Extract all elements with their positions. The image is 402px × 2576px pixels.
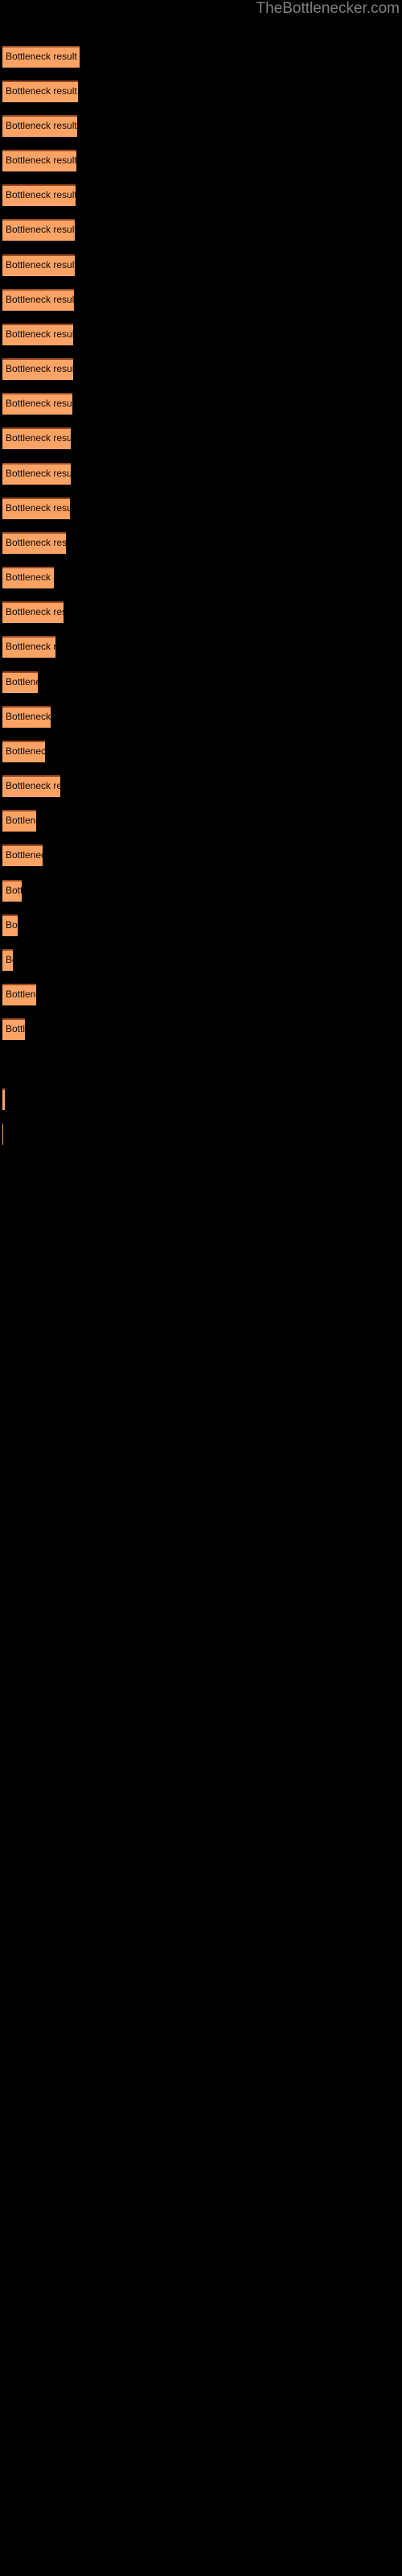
bar-label-clip: Bottleneck result <box>2 1088 5 1110</box>
bar-label: Bottleneck result <box>6 328 73 340</box>
bar-label: Bottleneck result <box>6 641 55 652</box>
bar-label: Bottleneck result <box>6 572 54 583</box>
bar-label: Bottleneck result <box>6 259 75 270</box>
bar-label-clip: Bottleneck result <box>2 219 75 241</box>
bar-label-clip: Bottleneck result <box>2 393 72 415</box>
bar-label-clip: Bottleneck result <box>2 949 13 971</box>
bar-label-clip: Bottleneck result <box>2 289 74 311</box>
bar-series: Bottleneck result Bottleneck result Bottle… <box>0 0 402 2576</box>
bar-label-clip: Bottleneck result <box>2 254 75 276</box>
bar-label-clip: Bottleneck result <box>2 358 73 380</box>
bar-label-clip: Bottleneck result <box>2 706 51 728</box>
bar-label-clip: Bottleneck result <box>2 844 43 866</box>
bar-label: Bottleneck result <box>6 294 74 305</box>
bar-label: Bottleneck result <box>6 606 64 617</box>
bar-label: Bottleneck result <box>6 155 76 166</box>
bar-label-clip: Bottleneck result <box>2 671 38 693</box>
bar-label: Bottleneck result <box>6 711 51 722</box>
bar-label: Bottleneck result <box>6 919 18 931</box>
bar-label: Bottleneck result <box>6 745 45 757</box>
bar-label: Bottleneck result <box>6 954 13 965</box>
bar-label-clip: Bottleneck result <box>2 532 66 554</box>
bar-label-clip: Bottleneck result <box>2 184 76 206</box>
bar-label: Bottleneck result <box>6 676 38 687</box>
bar-label-clip: Bottleneck result <box>2 567 54 588</box>
bar-label-clip: Bottleneck result <box>2 80 78 102</box>
bar-label: Bottleneck result <box>6 849 43 861</box>
bar-label: Bottleneck result <box>6 815 36 826</box>
bar-label: Bottleneck result <box>6 432 71 444</box>
bar-label: Bottleneck result <box>6 398 72 409</box>
bar-label-clip: Bottleneck result <box>2 601 64 623</box>
bar-label-clip: Bottleneck result <box>2 1123 3 1145</box>
bar-label-clip: Bottleneck result <box>2 427 71 449</box>
bar-label: Bottleneck result <box>6 363 73 374</box>
bar-label-clip: Bottleneck result <box>2 880 22 902</box>
bar-label-clip: Bottleneck result <box>2 463 71 485</box>
bar-label: Bottleneck result <box>6 1023 25 1034</box>
bar-label-clip: Bottleneck result <box>2 636 55 658</box>
bar-label: Bottleneck result <box>6 780 60 791</box>
bar-label-clip: Bottleneck result <box>2 1018 25 1040</box>
bar-label-clip: Bottleneck result <box>2 150 76 171</box>
bar-label: Bottleneck result <box>6 885 22 896</box>
bar-label-clip: Bottleneck result <box>2 741 45 762</box>
bar-label: Bottleneck result <box>6 85 77 97</box>
bar-label-clip: Bottleneck result <box>2 46 80 68</box>
bar-label-clip: Bottleneck result <box>2 775 60 797</box>
bar-label: Bottleneck result <box>6 537 66 548</box>
bar-label: Bottleneck result <box>6 189 76 200</box>
bar-label: Bottleneck result <box>6 468 71 479</box>
bar-label-clip: Bottleneck result <box>2 810 36 832</box>
bar-label-clip: Bottleneck result <box>2 324 73 345</box>
bar-label: Bottleneck result <box>6 989 36 1000</box>
bar-label: Bottleneck result <box>6 51 77 62</box>
bar-label-clip: Bottleneck result <box>2 497 70 519</box>
bar-label: Bottleneck result <box>6 224 75 235</box>
bar-label-clip: Bottleneck result <box>2 914 18 936</box>
bar-label-clip: Bottleneck result <box>2 115 77 137</box>
bar-label: Bottleneck result <box>6 120 77 131</box>
bottleneck-chart: TheBottlenecker.com Bottleneck result Bot… <box>0 0 402 2576</box>
bar-label: Bottleneck result <box>6 502 70 514</box>
bar-label-clip: Bottleneck result <box>2 984 36 1005</box>
